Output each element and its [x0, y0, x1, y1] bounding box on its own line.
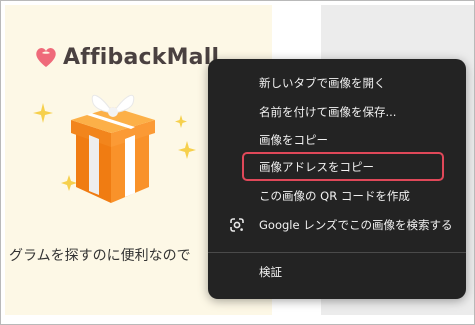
- menu-item-label: この画像の QR コードを作成: [259, 189, 410, 203]
- heart-ribbon-icon: [36, 48, 56, 67]
- screenshot-frame: AffibackMall グラムを探すのに便利なので 新しいタブで画像を開く 名…: [0, 0, 475, 325]
- menu-item-google-lens-search[interactable]: Google レンズでこの画像を検索する: [208, 212, 466, 238]
- brand-logo: AffibackMall: [33, 43, 219, 71]
- promo-text: グラムを探すのに便利なので: [9, 248, 191, 264]
- menu-item-label: 新しいタブで画像を開く: [259, 76, 386, 90]
- menu-item-label: Google レンズでこの画像を検索する: [259, 218, 453, 232]
- menu-item-label: 画像をコピー: [259, 133, 328, 147]
- brand-name: AffibackMall: [63, 44, 220, 70]
- menu-item-label: 名前を付けて画像を保存...: [259, 105, 397, 119]
- menu-item-create-qr-code[interactable]: この画像の QR コードを作成: [208, 183, 466, 209]
- google-lens-icon: [230, 218, 244, 232]
- menu-separator: [208, 252, 466, 253]
- menu-item-copy-image[interactable]: 画像をコピー: [208, 127, 466, 153]
- gift-box-illustration: [33, 94, 196, 203]
- menu-item-save-image-as[interactable]: 名前を付けて画像を保存...: [208, 99, 466, 125]
- menu-item-label: 検証: [259, 265, 282, 279]
- highlight-annotation-box: [242, 152, 444, 181]
- menu-item-open-image-new-tab[interactable]: 新しいタブで画像を開く: [208, 70, 466, 96]
- menu-item-inspect[interactable]: 検証: [208, 259, 466, 285]
